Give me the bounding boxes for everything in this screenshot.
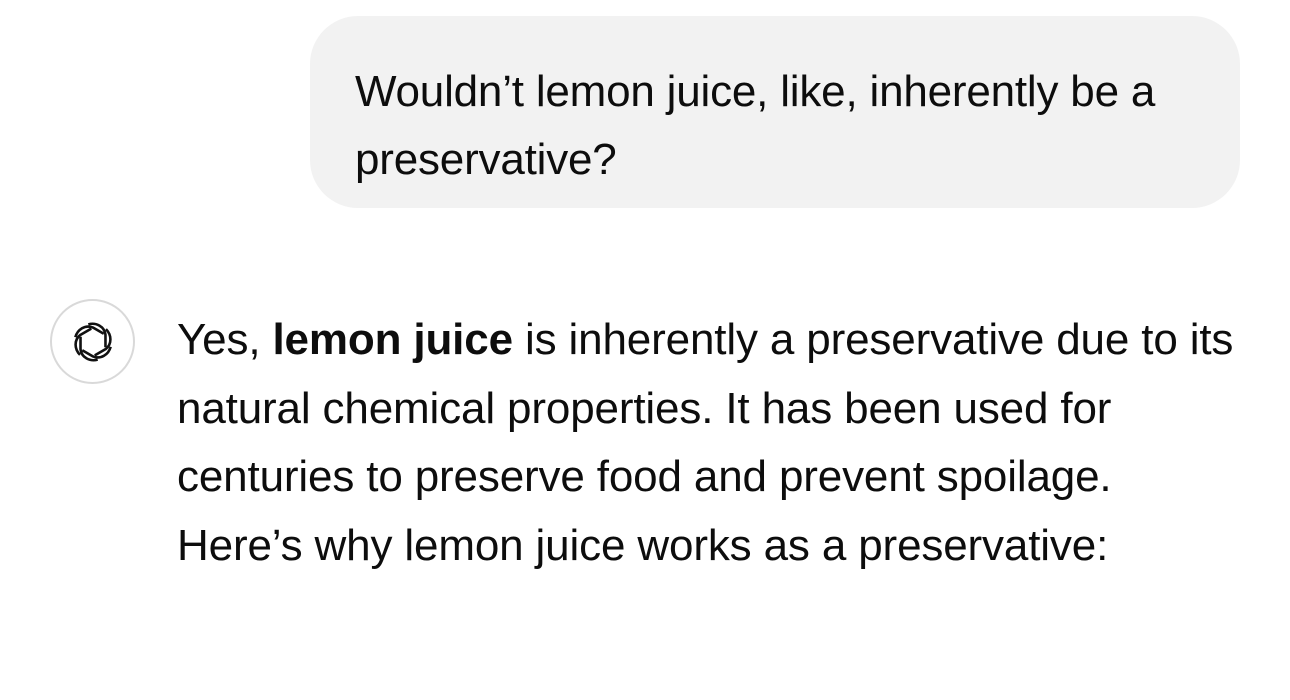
- assistant-message-prefix: Yes,: [177, 315, 273, 364]
- user-message-bubble: Wouldn’t lemon juice, like, inherently b…: [310, 16, 1240, 208]
- assistant-message: Yes, lemon juice is inherently a preserv…: [177, 306, 1247, 580]
- openai-logo-icon: [73, 322, 112, 361]
- assistant-message-paragraph: Yes, lemon juice is inherently a preserv…: [177, 306, 1247, 580]
- user-message-text: Wouldn’t lemon juice, like, inherently b…: [355, 67, 1156, 184]
- assistant-avatar: [50, 299, 135, 384]
- assistant-message-bold-text: lemon juice: [272, 315, 513, 364]
